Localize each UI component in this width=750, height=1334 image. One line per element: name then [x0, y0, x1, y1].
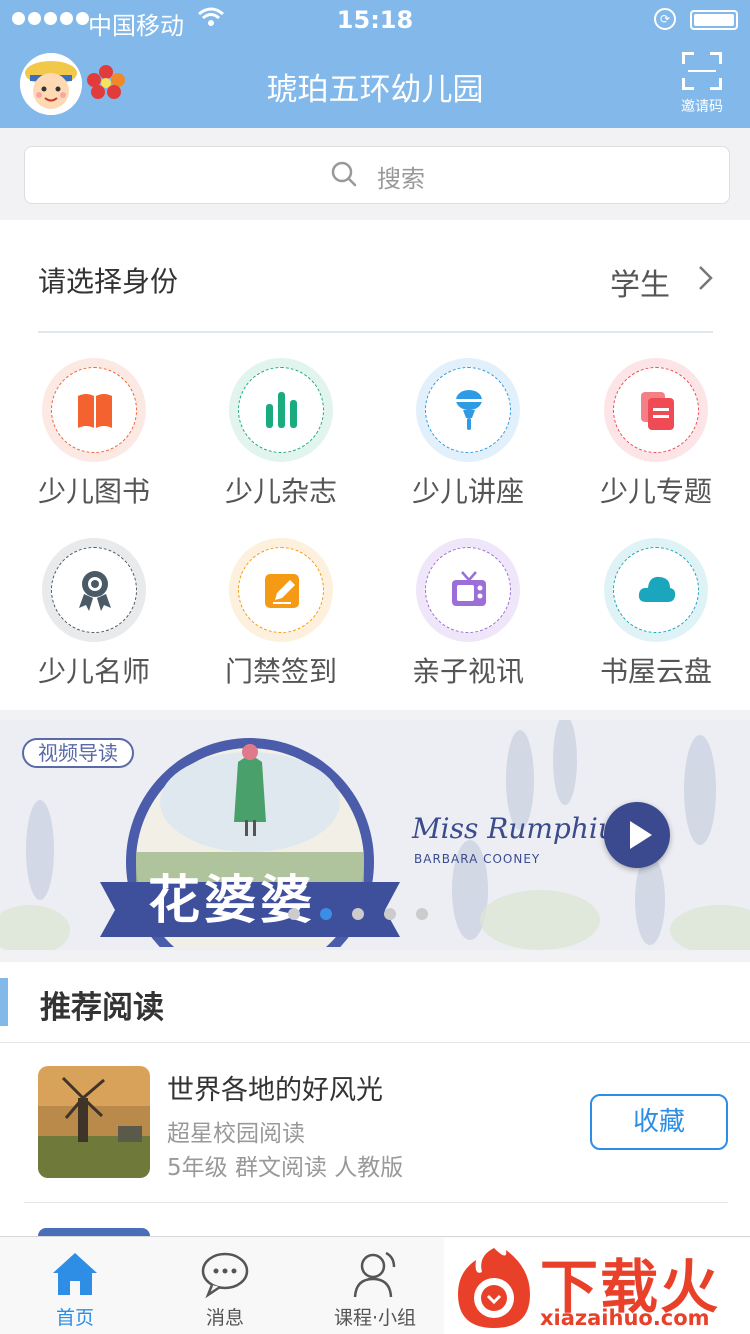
icon-ring	[229, 358, 333, 462]
divider	[24, 1202, 728, 1203]
grid-item-access-checkin[interactable]: 门禁签到	[201, 538, 361, 698]
icon-ring	[416, 358, 520, 462]
header-bar: 中国移动 15:18 ⟳ 琥珀五环幼儿园 邀请码	[0, 0, 750, 128]
microphone-icon	[456, 390, 482, 430]
grid-item-label: 门禁签到	[224, 655, 337, 688]
school-title: 琥珀五环幼儿园	[266, 72, 484, 108]
status-time: 15:18	[336, 6, 414, 34]
grid-item-label: 亲子视讯	[411, 655, 524, 688]
icon-ring	[42, 358, 146, 462]
identity-label: 请选择身份	[38, 265, 179, 298]
cloud-icon	[638, 576, 676, 602]
divider	[38, 331, 713, 333]
video-banner[interactable]: 视频导读 花婆婆 Miss Rumphius BARBARA COONEY	[0, 720, 750, 950]
award-icon	[79, 571, 111, 611]
chevron-right-icon[interactable]	[694, 264, 718, 292]
grid-item-label: 少儿图书	[37, 475, 150, 508]
pager-dot[interactable]	[416, 908, 428, 920]
search-input[interactable]: 搜索	[24, 146, 730, 204]
documents-icon	[641, 392, 674, 430]
invite-code-label: 邀请码	[681, 99, 723, 115]
divider	[0, 1042, 750, 1043]
pager-dot-active[interactable]	[320, 908, 332, 920]
tab-messages[interactable]: 消息	[150, 1237, 300, 1334]
grid-item-children-magazines[interactable]: 少儿杂志	[201, 358, 361, 518]
tab-home[interactable]: 首页	[0, 1237, 150, 1334]
pager-dot[interactable]	[288, 908, 300, 920]
book-icon	[78, 394, 112, 428]
identity-select[interactable]: 学生	[610, 260, 670, 304]
book-title: 世界各地的好风光	[167, 1075, 383, 1106]
chat-icon	[201, 1252, 249, 1299]
section-accent-bar	[0, 978, 8, 1026]
menu-card: 请选择身份 学生 少儿图书 少儿杂志 少儿讲座 少儿专题 少儿名师 门禁签到 亲…	[0, 220, 750, 710]
tab-label: 消息	[205, 1307, 244, 1329]
grid-item-label: 少儿名师	[37, 655, 150, 688]
invite-code-button[interactable]: 邀请码	[672, 52, 732, 122]
play-icon[interactable]	[604, 802, 670, 868]
icon-ring	[42, 538, 146, 642]
book-publisher: 超星校园阅读	[167, 1121, 305, 1147]
rotation-lock-icon: ⟳	[654, 8, 676, 30]
list-item[interactable]: 世界各地的好风光 超星校园阅读 5年级 群文阅读 人教版 收藏	[0, 1062, 750, 1182]
book-cover	[38, 1066, 150, 1178]
icon-ring	[604, 358, 708, 462]
tab-label: 课程·小组	[333, 1307, 417, 1329]
watermark-logo: 下载火 xiazaihuo.com	[444, 1238, 750, 1334]
grid-item-label: 书屋云盘	[599, 655, 712, 688]
grid-item-famous-teachers[interactable]: 少儿名师	[14, 538, 174, 698]
tab-courses-groups[interactable]: 课程·小组	[300, 1237, 450, 1334]
edit-icon	[265, 574, 299, 608]
search-icon	[331, 161, 357, 187]
section-title: 推荐阅读	[40, 990, 164, 1026]
grid-item-children-lectures[interactable]: 少儿讲座	[388, 358, 548, 518]
icon-ring	[604, 538, 708, 642]
person-icon	[353, 1251, 396, 1298]
book-meta: 5年级 群文阅读 人教版	[167, 1155, 404, 1181]
status-bar: 中国移动 15:18 ⟳	[0, 0, 750, 40]
search-area: 搜索	[0, 128, 750, 220]
pager-dot[interactable]	[384, 908, 396, 920]
grid-item-children-books[interactable]: 少儿图书	[14, 358, 174, 518]
grid-item-label: 少儿杂志	[224, 475, 337, 508]
icon-ring	[416, 538, 520, 642]
banner-cn-title: 花婆婆	[148, 870, 317, 931]
search-placeholder: 搜索	[377, 165, 425, 193]
battery-icon	[690, 10, 738, 30]
banner-pager	[288, 908, 428, 920]
favorite-button[interactable]: 收藏	[590, 1094, 728, 1150]
banner-en-title: Miss Rumphius	[412, 812, 631, 845]
banner-author: BARBARA COONEY	[414, 852, 541, 866]
book-cover	[38, 1228, 150, 1236]
pager-dot[interactable]	[352, 908, 364, 920]
tv-icon	[452, 571, 486, 606]
grid-item-label: 少儿专题	[599, 475, 712, 508]
flame-logo-icon	[458, 1248, 530, 1328]
grid-item-label: 少儿讲座	[411, 475, 524, 508]
watermark-domain: xiazaihuo.com	[540, 1306, 710, 1330]
home-icon	[53, 1253, 97, 1295]
tab-label: 首页	[55, 1307, 94, 1329]
video-guide-tag: 视频导读	[22, 738, 134, 768]
scan-qr-icon	[682, 52, 722, 90]
recommend-section: 推荐阅读 世界各地的好风光 超星校园阅读 5年级 群文阅读 人教版 收藏	[0, 962, 750, 1236]
grid-item-children-topics[interactable]: 少儿专题	[576, 358, 736, 518]
grid-item-cloud-drive[interactable]: 书屋云盘	[576, 538, 736, 698]
bar-chart-icon	[266, 392, 297, 428]
grid-item-family-video[interactable]: 亲子视讯	[388, 538, 548, 698]
icon-ring	[229, 538, 333, 642]
